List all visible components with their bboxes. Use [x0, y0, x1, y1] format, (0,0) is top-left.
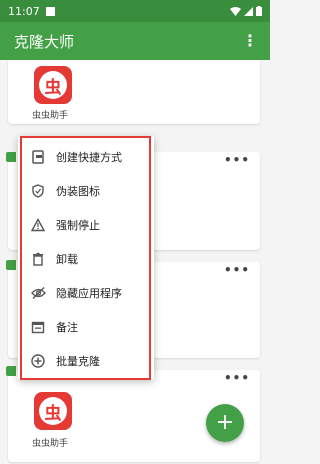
add-circle-icon [30, 353, 46, 369]
menu-item-label: 卸载 [56, 253, 78, 266]
app-icon: 虫 [34, 392, 72, 430]
menu-item-force-stop[interactable]: 强制停止 [18, 208, 154, 242]
context-menu: 创建快捷方式 伪装图标 强制停止 卸载 隐藏应用程序 备注 批量克隆 [18, 136, 154, 380]
menu-item-label: 伪装图标 [56, 185, 100, 198]
app-label: 虫虫助手 [32, 439, 69, 449]
status-bar: 11:07 [0, 0, 270, 22]
warning-icon [30, 217, 46, 233]
more-horiz-icon[interactable]: ••• [224, 371, 250, 385]
menu-item-note[interactable]: 备注 [18, 310, 154, 344]
signal-icon [244, 6, 253, 16]
status-time: 11:07 [8, 4, 40, 18]
more-horiz-icon[interactable]: ••• [224, 263, 250, 277]
app-label: 虫虫助手 [32, 111, 69, 121]
status-icons [230, 6, 262, 16]
menu-item-label: 创建快捷方式 [56, 151, 122, 164]
app-bar: 克隆大师 ⋮ [0, 22, 270, 60]
bug-icon: 虫 [39, 397, 67, 425]
menu-item-batch-clone[interactable]: 批量克隆 [18, 344, 154, 378]
menu-item-hide-app[interactable]: 隐藏应用程序 [18, 276, 154, 310]
app-title: 克隆大师 [14, 32, 75, 51]
more-horiz-icon[interactable]: ••• [224, 153, 250, 167]
shortcut-icon [30, 149, 46, 165]
notification-icon [45, 6, 55, 16]
add-fab-button[interactable]: + [206, 404, 244, 442]
menu-item-disguise-icon[interactable]: 伪装图标 [18, 174, 154, 208]
card-status-marker [6, 152, 16, 162]
menu-item-label: 隐藏应用程序 [56, 287, 122, 300]
app-card[interactable]: 虫 虫虫助手 [8, 60, 260, 124]
app-icon: 虫 [34, 66, 72, 104]
shield-icon [30, 183, 46, 199]
calendar-icon [30, 319, 46, 335]
menu-item-label: 强制停止 [56, 219, 100, 232]
more-vert-icon[interactable]: ⋮ [242, 33, 258, 49]
card-status-marker [6, 260, 16, 270]
wifi-icon [230, 6, 241, 16]
menu-item-label: 批量克隆 [56, 355, 100, 368]
trash-icon [30, 251, 46, 267]
menu-item-uninstall[interactable]: 卸载 [18, 242, 154, 276]
card-status-marker [6, 366, 16, 376]
eye-off-icon [30, 285, 46, 301]
battery-icon [256, 6, 262, 16]
menu-item-create-shortcut[interactable]: 创建快捷方式 [18, 140, 154, 174]
menu-item-label: 备注 [56, 321, 78, 334]
bug-icon: 虫 [39, 71, 67, 99]
